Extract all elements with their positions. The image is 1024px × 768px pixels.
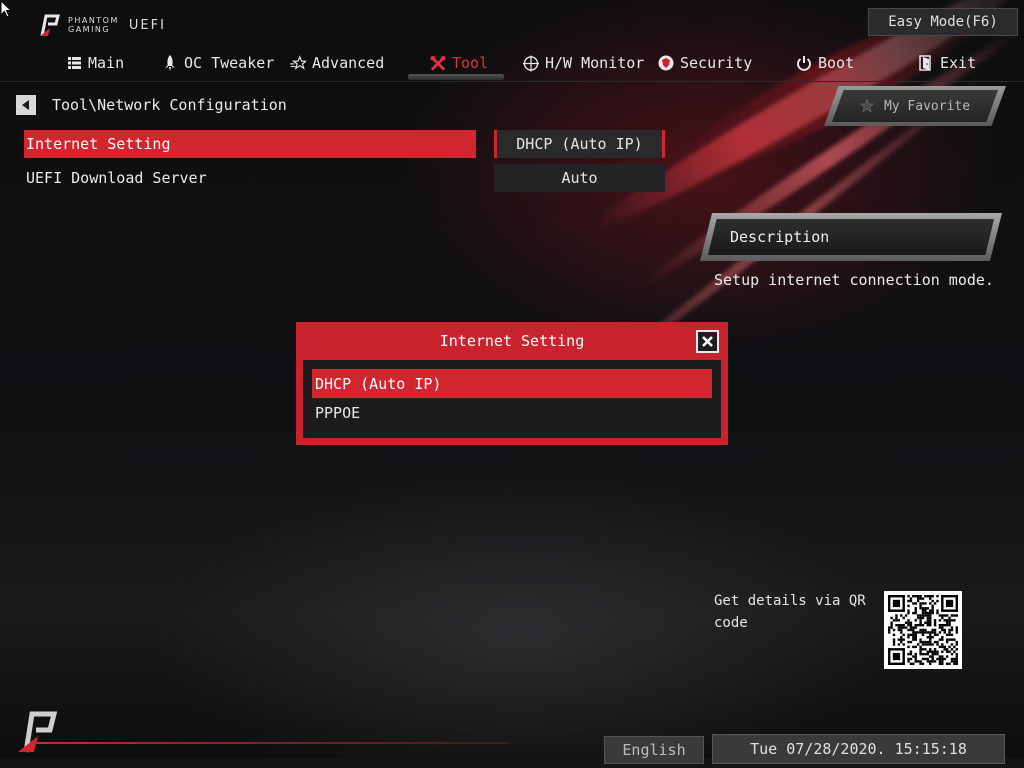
brand-line-1: PHANTOM xyxy=(68,16,119,25)
tab-boot[interactable]: Boot xyxy=(796,48,854,78)
tab-label: OC Tweaker xyxy=(184,54,275,72)
mouse-cursor-icon xyxy=(0,0,12,18)
brand-product: UEFI xyxy=(128,17,166,33)
phantom-gaming-corner-logo xyxy=(18,711,58,753)
phantom-gaming-mark-icon xyxy=(40,14,60,37)
rocket-icon xyxy=(162,55,178,71)
tab-main[interactable]: Main xyxy=(66,48,124,78)
phantom-gaming-logo: PHANTOM GAMING UEFI xyxy=(36,12,166,38)
dialog-option-list: DHCP (Auto IP) PPPOE xyxy=(303,360,721,438)
list-icon xyxy=(66,55,82,71)
tab-label: Exit xyxy=(940,54,977,72)
description-text: Setup internet connection mode. xyxy=(714,271,994,289)
close-icon xyxy=(702,336,713,347)
active-tab-indicator xyxy=(408,74,504,80)
main-tab-bar: Main OC Tweaker Advanced Tool H/W Monito… xyxy=(0,48,1024,82)
my-favorite-button[interactable]: My Favorite xyxy=(832,90,998,122)
tab-advanced[interactable]: Advanced xyxy=(290,48,384,78)
datetime-display[interactable]: Tue 07/28/2020. 15:15:18 xyxy=(712,734,1005,764)
chevron-left-icon xyxy=(22,100,29,110)
star-icon xyxy=(859,99,874,113)
setting-uefi-download-server-value[interactable]: Auto xyxy=(494,164,665,192)
tools-icon xyxy=(430,55,446,71)
dialog-close-button[interactable] xyxy=(696,330,719,353)
language-button[interactable]: English xyxy=(604,736,704,764)
my-favorite-label: My Favorite xyxy=(883,98,971,114)
tab-oc-tweaker[interactable]: OC Tweaker xyxy=(162,48,274,78)
setting-label: UEFI Download Server xyxy=(26,169,207,187)
tab-label: Advanced xyxy=(312,54,385,72)
tab-hw-monitor[interactable]: H/W Monitor xyxy=(523,48,644,78)
dialog-title: Internet Setting xyxy=(439,332,585,350)
brand-name: PHANTOM GAMING xyxy=(68,16,119,34)
tab-label: H/W Monitor xyxy=(545,54,645,72)
back-button[interactable] xyxy=(16,95,36,115)
exit-door-icon xyxy=(918,55,934,71)
shield-icon xyxy=(658,55,674,71)
qr-caption: Get details via QR code xyxy=(714,593,866,631)
internet-setting-dialog: Internet Setting DHCP (Auto IP) PPPOE xyxy=(296,322,728,445)
dialog-option-dhcp[interactable]: DHCP (Auto IP) xyxy=(312,369,712,398)
star-icon xyxy=(290,55,306,71)
easy-mode-button[interactable]: Easy Mode(F6) xyxy=(868,8,1018,36)
setting-internet-setting[interactable]: Internet Setting xyxy=(24,130,476,158)
setting-internet-setting-value[interactable]: DHCP (Auto IP) xyxy=(494,130,665,158)
breadcrumb-path: Tool\Network Configuration xyxy=(52,96,287,114)
qr-code-icon xyxy=(888,595,958,665)
tab-label: Security xyxy=(680,54,753,72)
footer-accent-line xyxy=(29,742,511,744)
dialog-option-pppoe[interactable]: PPPOE xyxy=(312,398,712,427)
setting-uefi-download-server[interactable]: UEFI Download Server xyxy=(24,164,476,192)
setting-label: Internet Setting xyxy=(26,135,171,153)
tab-exit[interactable]: Exit xyxy=(918,48,976,78)
tab-label: Tool xyxy=(452,54,489,72)
qr-code xyxy=(884,591,962,669)
tab-security[interactable]: Security xyxy=(658,48,752,78)
power-icon xyxy=(796,55,812,71)
tab-label: Main xyxy=(88,54,125,72)
header-divider xyxy=(0,81,1024,82)
brand-line-2: GAMING xyxy=(68,25,111,34)
tab-label: Boot xyxy=(818,54,855,72)
breadcrumb: Tool\Network Configuration xyxy=(16,95,287,115)
crosshair-icon xyxy=(523,55,539,71)
description-header: Description xyxy=(708,219,994,255)
